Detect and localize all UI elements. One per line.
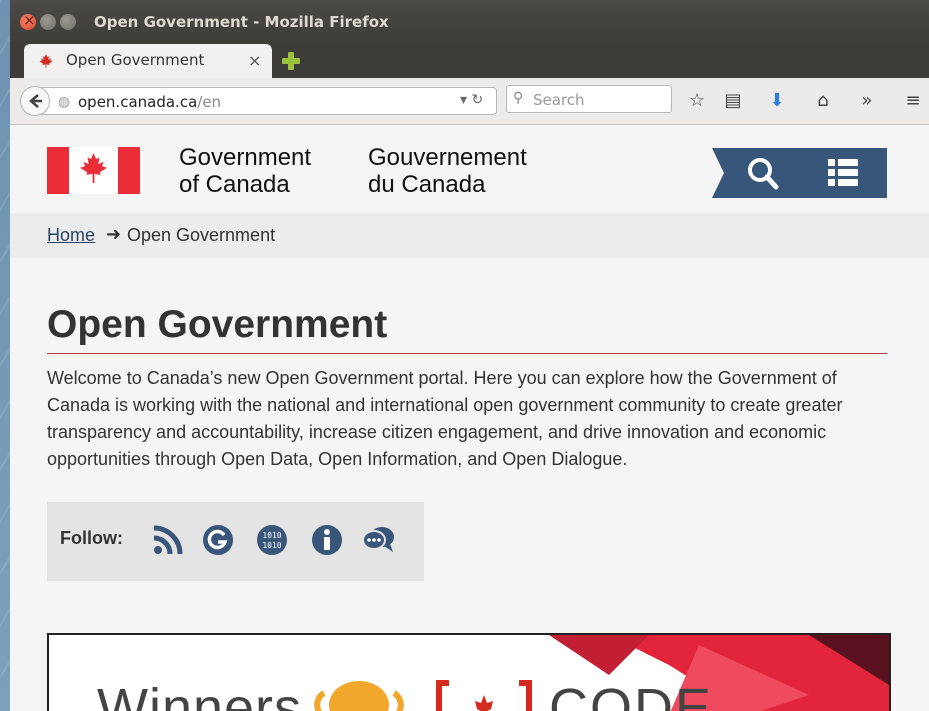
banner-winners-text: Winners xyxy=(97,678,303,711)
tab-strip: Open Government × xyxy=(10,44,929,78)
search-placeholder: Search xyxy=(533,91,585,109)
search-icon: ⚲ xyxy=(513,90,524,106)
home-icon[interactable]: ⌂ xyxy=(812,90,834,112)
maple-bracket-icon xyxy=(436,680,532,711)
tab-open-government[interactable]: Open Government × xyxy=(24,44,272,78)
reading-list-icon[interactable]: ▤ xyxy=(722,90,744,112)
window-maximize-button[interactable] xyxy=(60,14,76,30)
title-bar: Open Government - Mozilla Firefox xyxy=(10,0,929,44)
title-divider xyxy=(47,353,887,354)
web-page: Government of Canada Gouvernement du Can… xyxy=(10,125,929,711)
page-title: Open Government xyxy=(47,303,388,346)
tab-close-icon[interactable]: × xyxy=(248,51,261,70)
gov-signature-en[interactable]: Government of Canada xyxy=(179,144,311,198)
tab-label: Open Government xyxy=(66,51,205,69)
navigation-toolbar: ◍ open.canada.ca/en ▾ ↻ ⚲ Search ☆ ▤ ⬇ ⌂… xyxy=(10,78,929,125)
back-button[interactable] xyxy=(20,86,50,116)
trophy-icon xyxy=(314,681,404,711)
open-data-icon[interactable]: 1010 1010 xyxy=(254,522,290,558)
browser-window: Open Government - Mozilla Firefox Open G… xyxy=(10,0,929,711)
google-plus-icon[interactable] xyxy=(200,522,236,558)
banner-code-text: CODE xyxy=(549,678,714,711)
intro-paragraph: Welcome to Canada’s new Open Government … xyxy=(47,368,843,469)
rss-icon[interactable] xyxy=(150,522,186,558)
canada-flag-icon xyxy=(47,147,140,194)
url-text: open.canada.ca/en xyxy=(78,93,222,111)
new-tab-plus-icon[interactable] xyxy=(280,50,302,72)
download-icon[interactable]: ⬇ xyxy=(766,90,788,112)
back-arrow-icon xyxy=(29,94,42,108)
breadcrumb-current: Open Government xyxy=(127,225,276,245)
breadcrumb-arrow-icon: ➜ xyxy=(106,224,122,245)
search-menu-toolbar xyxy=(712,148,887,198)
header-menu-list-icon[interactable] xyxy=(828,159,858,186)
hamburger-menu-icon[interactable]: ≡ xyxy=(902,90,924,112)
window-title: Open Government - Mozilla Firefox xyxy=(94,13,389,31)
follow-box: Follow: 1010 1010 xyxy=(47,502,424,581)
follow-label: Follow: xyxy=(60,528,123,548)
code-banner[interactable]: Winners CODE xyxy=(47,633,891,711)
globe-icon: ◍ xyxy=(58,94,71,110)
search-input[interactable]: ⚲ Search xyxy=(506,85,672,113)
maple-leaf-icon xyxy=(39,54,53,68)
overflow-chevron-icon[interactable]: » xyxy=(856,90,878,112)
window-minimize-button[interactable] xyxy=(40,14,56,30)
breadcrumb: Home ➜ Open Government xyxy=(10,213,929,258)
url-dropdown-reload-icon[interactable]: ▾ ↻ xyxy=(460,92,483,108)
url-bar[interactable]: ◍ open.canada.ca/en ▾ ↻ xyxy=(40,87,497,115)
svg-text:1010: 1010 xyxy=(262,541,281,550)
window-close-button[interactable] xyxy=(20,11,36,30)
svg-text:1010: 1010 xyxy=(262,531,281,540)
gov-signature-fr[interactable]: Gouvernement du Canada xyxy=(368,144,527,198)
breadcrumb-home-link[interactable]: Home xyxy=(47,225,95,246)
bookmark-star-icon[interactable]: ☆ xyxy=(686,90,708,112)
dialogue-icon[interactable] xyxy=(360,522,396,558)
info-icon[interactable] xyxy=(309,522,345,558)
